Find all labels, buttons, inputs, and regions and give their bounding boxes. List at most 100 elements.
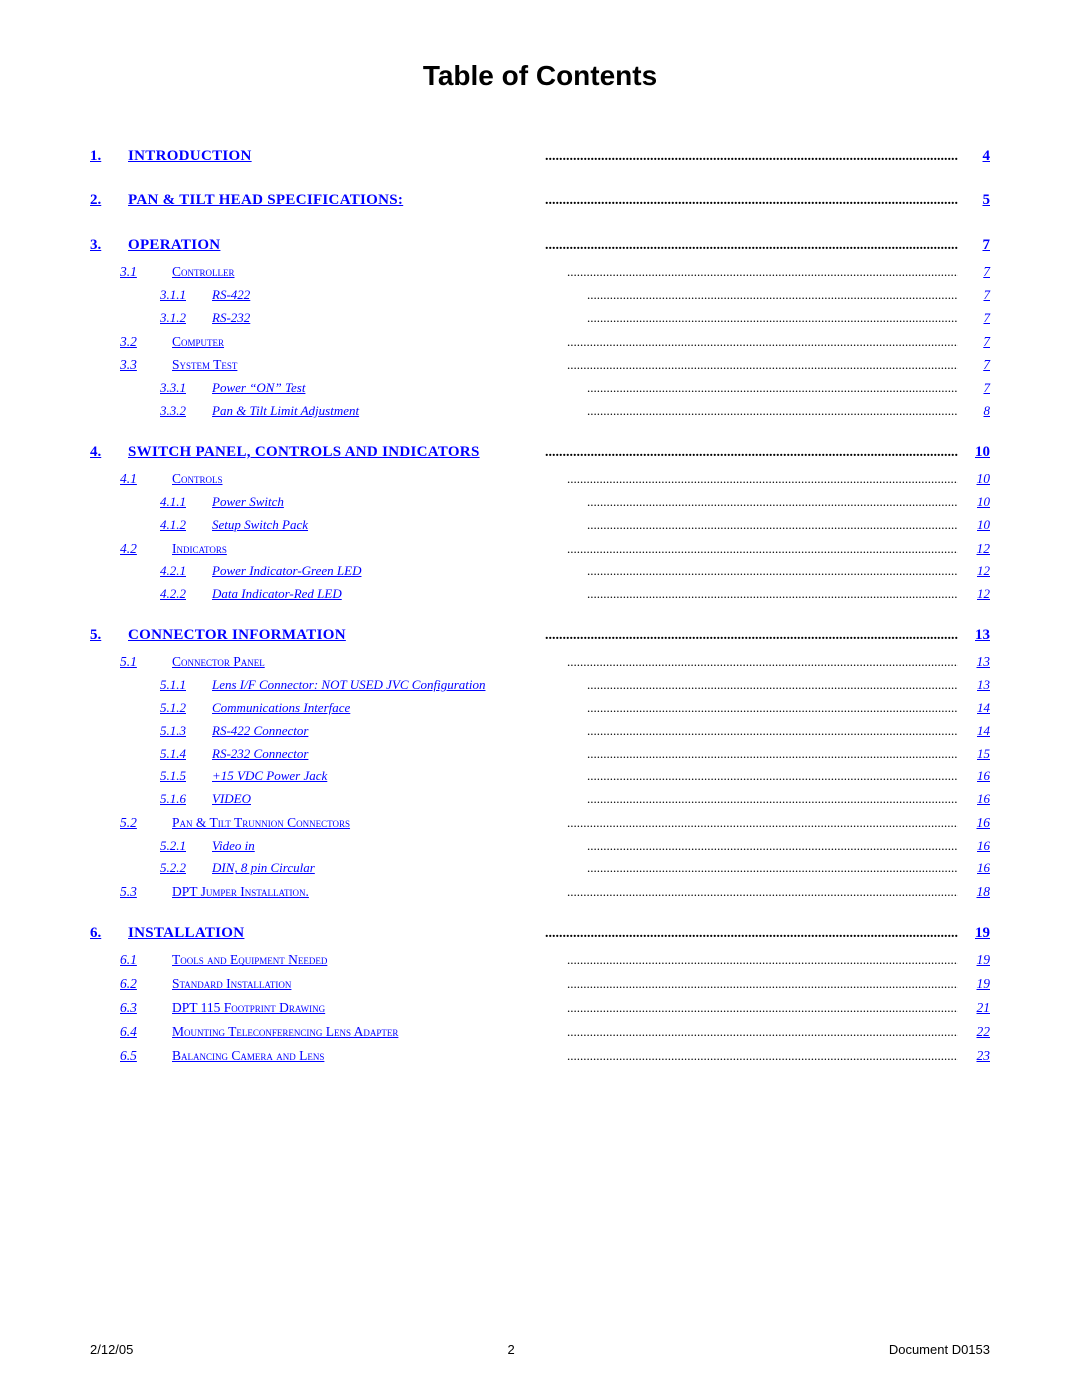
toc-label[interactable]: Setup Switch Pack — [212, 515, 583, 536]
toc-item[interactable]: 5.2.2DIN, 8 pin Circular16 — [90, 858, 990, 879]
toc-item[interactable]: 3.3.2Pan & Tilt Limit Adjustment8 — [90, 401, 990, 422]
toc-label[interactable]: Power “ON” Test — [212, 378, 583, 399]
toc-item[interactable]: 6.5Balancing Camera and Lens23 — [90, 1045, 990, 1067]
toc-page[interactable]: 19 — [962, 973, 990, 995]
toc-page[interactable]: 5 — [962, 188, 990, 212]
toc-page[interactable]: 7 — [962, 261, 990, 283]
toc-label[interactable]: DIN, 8 pin Circular — [212, 858, 583, 879]
toc-item[interactable]: 5.1.4RS-232 Connector15 — [90, 744, 990, 765]
toc-item[interactable]: 5.2Pan & Tilt Trunnion Connectors16 — [90, 812, 990, 834]
toc-item[interactable]: 4.1.2Setup Switch Pack10 — [90, 515, 990, 536]
toc-page[interactable]: 16 — [962, 836, 990, 857]
toc-item[interactable]: 2.PAN & TILT HEAD SPECIFICATIONS:5 — [90, 188, 990, 212]
toc-page[interactable]: 7 — [962, 308, 990, 329]
toc-label[interactable]: RS-232 — [212, 308, 583, 329]
toc-page[interactable]: 19 — [962, 921, 990, 945]
toc-label[interactable]: OPERATION — [128, 233, 541, 257]
toc-item[interactable]: 4.1.1Power Switch10 — [90, 492, 990, 513]
toc-item[interactable]: 5.1.1Lens I/F Connector: NOT USED JVC Co… — [90, 675, 990, 696]
toc-page[interactable]: 10 — [962, 492, 990, 513]
toc-page[interactable]: 19 — [962, 949, 990, 971]
toc-item[interactable]: 5.1Connector Panel13 — [90, 651, 990, 673]
toc-label[interactable]: RS-422 Connector — [212, 721, 583, 742]
toc-item[interactable]: 5.1.3RS-422 Connector14 — [90, 721, 990, 742]
toc-page[interactable]: 4 — [962, 144, 990, 168]
toc-page[interactable]: 8 — [962, 401, 990, 422]
toc-item[interactable]: 5.1.5+15 VDC Power Jack16 — [90, 766, 990, 787]
toc-page[interactable]: 10 — [962, 440, 990, 464]
toc-item[interactable]: 6.INSTALLATION19 — [90, 921, 990, 945]
toc-label[interactable]: Power Indicator-Green LED — [212, 561, 583, 582]
toc-label[interactable]: CONNECTOR INFORMATION — [128, 623, 541, 647]
toc-label[interactable]: Data Indicator-Red LED — [212, 584, 583, 605]
toc-label[interactable]: +15 VDC Power Jack — [212, 766, 583, 787]
toc-item[interactable]: 4.2Indicators12 — [90, 538, 990, 560]
toc-page[interactable]: 10 — [962, 515, 990, 536]
toc-item[interactable]: 5.2.1Video in16 — [90, 836, 990, 857]
toc-item[interactable]: 4.2.1Power Indicator-Green LED12 — [90, 561, 990, 582]
toc-page[interactable]: 23 — [962, 1045, 990, 1067]
toc-label[interactable]: Controller — [172, 261, 563, 283]
toc-item[interactable]: 4.2.2Data Indicator-Red LED12 — [90, 584, 990, 605]
toc-label[interactable]: INTRODUCTION — [128, 144, 541, 168]
toc-label[interactable]: System Test — [172, 354, 563, 376]
toc-label[interactable]: Balancing Camera and Lens — [172, 1045, 563, 1067]
toc-page[interactable]: 7 — [962, 354, 990, 376]
toc-item[interactable]: 6.2Standard Installation19 — [90, 973, 990, 995]
toc-page[interactable]: 7 — [962, 233, 990, 257]
toc-page[interactable]: 12 — [962, 538, 990, 560]
toc-page[interactable]: 16 — [962, 766, 990, 787]
toc-page[interactable]: 13 — [962, 651, 990, 673]
toc-label[interactable]: Indicators — [172, 538, 563, 560]
toc-page[interactable]: 12 — [962, 561, 990, 582]
toc-label[interactable]: Pan & Tilt Limit Adjustment — [212, 401, 583, 422]
toc-item[interactable]: 5.CONNECTOR INFORMATION13 — [90, 623, 990, 647]
toc-label[interactable]: RS-232 Connector — [212, 744, 583, 765]
toc-page[interactable]: 10 — [962, 468, 990, 490]
toc-label[interactable]: Tools and Equipment Needed — [172, 949, 563, 971]
toc-label[interactable]: Computer — [172, 331, 563, 353]
toc-item[interactable]: 3.3.1Power “ON” Test7 — [90, 378, 990, 399]
toc-label[interactable]: Mounting Teleconferencing Lens Adapter — [172, 1021, 563, 1043]
toc-label[interactable]: Standard Installation — [172, 973, 563, 995]
toc-item[interactable]: 5.1.2Communications Interface14 — [90, 698, 990, 719]
toc-item[interactable]: 5.3DPT Jumper Installation.18 — [90, 881, 990, 903]
toc-page[interactable]: 21 — [962, 997, 990, 1019]
toc-label[interactable]: Lens I/F Connector: NOT USED JVC Configu… — [212, 675, 583, 696]
toc-item[interactable]: 6.1Tools and Equipment Needed19 — [90, 949, 990, 971]
toc-label[interactable]: Communications Interface — [212, 698, 583, 719]
toc-page[interactable]: 12 — [962, 584, 990, 605]
toc-item[interactable]: 6.3DPT 115 Footprint Drawing21 — [90, 997, 990, 1019]
toc-page[interactable]: 7 — [962, 331, 990, 353]
toc-page[interactable]: 14 — [962, 721, 990, 742]
toc-item[interactable]: 6.4Mounting Teleconferencing Lens Adapte… — [90, 1021, 990, 1043]
toc-page[interactable]: 7 — [962, 285, 990, 306]
toc-page[interactable]: 16 — [962, 812, 990, 834]
toc-item[interactable]: 3.1.1RS-4227 — [90, 285, 990, 306]
toc-page[interactable]: 18 — [962, 881, 990, 903]
toc-item[interactable]: 4.1Controls10 — [90, 468, 990, 490]
toc-item[interactable]: 4.SWITCH PANEL, CONTROLS AND INDICATORS1… — [90, 440, 990, 464]
toc-label[interactable]: DPT 115 Footprint Drawing — [172, 997, 563, 1019]
toc-item[interactable]: 5.1.6VIDEO16 — [90, 789, 990, 810]
toc-label[interactable]: Video in — [212, 836, 583, 857]
toc-page[interactable]: 16 — [962, 789, 990, 810]
toc-label[interactable]: INSTALLATION — [128, 921, 541, 945]
toc-page[interactable]: 13 — [962, 675, 990, 696]
toc-label[interactable]: Controls — [172, 468, 563, 490]
toc-label[interactable]: Connector Panel — [172, 651, 563, 673]
toc-page[interactable]: 16 — [962, 858, 990, 879]
toc-label[interactable]: VIDEO — [212, 789, 583, 810]
toc-item[interactable]: 3.OPERATION7 — [90, 233, 990, 257]
toc-label[interactable]: DPT Jumper Installation. — [172, 881, 563, 903]
toc-item[interactable]: 3.1Controller7 — [90, 261, 990, 283]
toc-label[interactable]: PAN & TILT HEAD SPECIFICATIONS: — [128, 188, 541, 212]
toc-item[interactable]: 1.INTRODUCTION4 — [90, 144, 990, 168]
toc-page[interactable]: 15 — [962, 744, 990, 765]
toc-label[interactable]: Power Switch — [212, 492, 583, 513]
toc-label[interactable]: Pan & Tilt Trunnion Connectors — [172, 812, 563, 834]
toc-page[interactable]: 7 — [962, 378, 990, 399]
toc-item[interactable]: 3.3System Test7 — [90, 354, 990, 376]
toc-label[interactable]: RS-422 — [212, 285, 583, 306]
toc-page[interactable]: 22 — [962, 1021, 990, 1043]
